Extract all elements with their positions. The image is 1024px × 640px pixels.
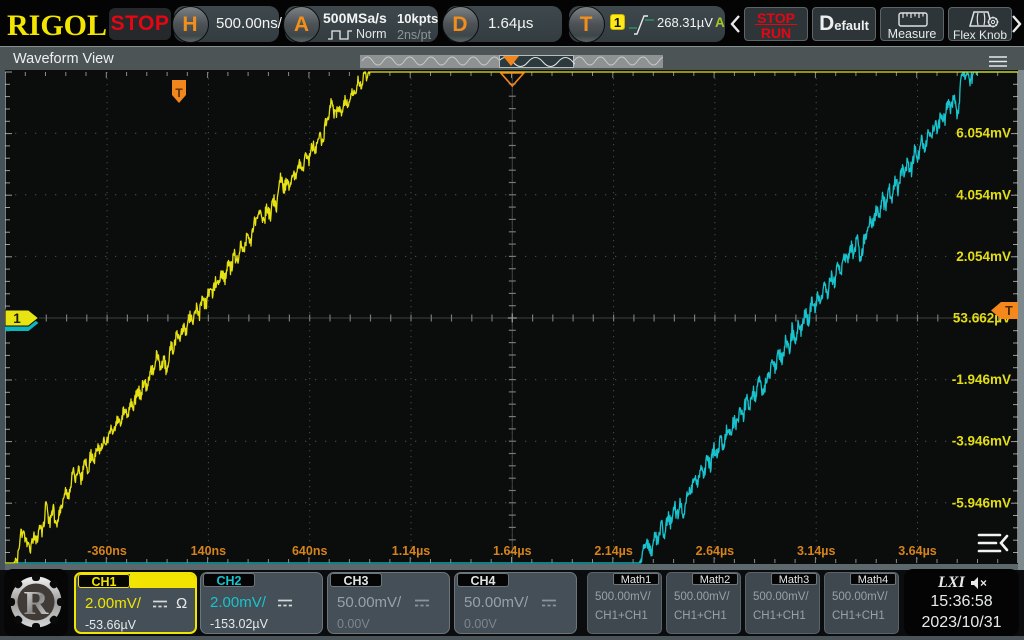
svg-text:-3.946mV: -3.946mV	[952, 434, 1011, 449]
svg-text:2.64µs: 2.64µs	[696, 544, 735, 558]
svg-text:2.14µs: 2.14µs	[594, 544, 633, 558]
svg-text:T: T	[175, 86, 183, 100]
svg-text:-360ns: -360ns	[87, 544, 127, 558]
svg-text:R: R	[24, 585, 49, 622]
svg-text:4.054mV: 4.054mV	[956, 187, 1011, 202]
svg-text:-5.946mV: -5.946mV	[952, 495, 1011, 510]
svg-text:3.64µs: 3.64µs	[898, 544, 937, 558]
svg-text:2.054mV: 2.054mV	[956, 249, 1011, 264]
svg-text:640ns: 640ns	[292, 544, 327, 558]
svg-text:1.64µs: 1.64µs	[493, 544, 532, 558]
svg-text:6.054mV: 6.054mV	[956, 126, 1011, 141]
svg-text:3.14µs: 3.14µs	[797, 544, 836, 558]
svg-text:T: T	[1005, 304, 1013, 318]
svg-text:1: 1	[13, 311, 21, 326]
svg-text:-1.946mV: -1.946mV	[952, 372, 1011, 387]
svg-text:140ns: 140ns	[191, 544, 226, 558]
svg-text:1.14µs: 1.14µs	[392, 544, 431, 558]
